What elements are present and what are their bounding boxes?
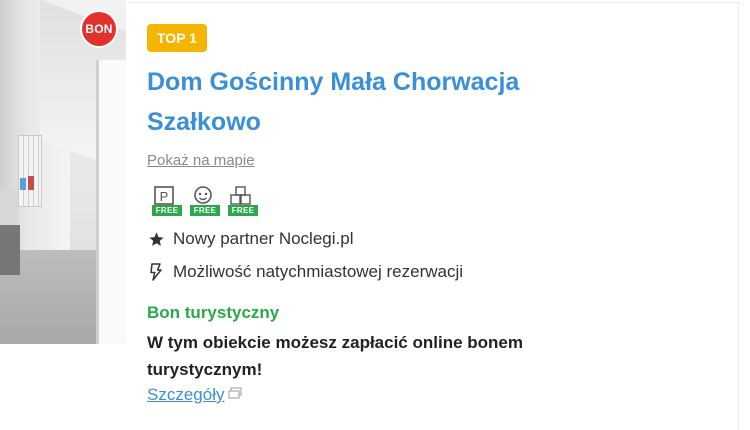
lightning-icon	[147, 263, 165, 281]
show-on-map-link[interactable]: Pokaż na mapie	[147, 152, 255, 169]
feature-text: Możliwość natychmiastowej rezerwacji	[173, 262, 464, 281]
feature-new-partner: Nowy partner Noclegi.pl	[147, 229, 353, 249]
card-right-border	[738, 2, 739, 430]
feature-instant-booking: Możliwość natychmiastowej rezerwacji	[147, 262, 463, 282]
free-tag: FREE	[190, 205, 220, 216]
bon-badge-label: BON	[82, 12, 116, 46]
star-icon	[147, 231, 165, 248]
bon-badge: BON	[80, 10, 118, 48]
top-rank-badge: TOP 1	[147, 24, 207, 52]
listing-card: BON TOP 1 Dom Gościnny Mała Chorwacja Sz…	[0, 0, 750, 430]
child-icon	[194, 186, 212, 204]
external-link-icon[interactable]	[228, 386, 243, 404]
card-top-border	[130, 2, 740, 3]
parking-icon: P	[154, 186, 174, 205]
free-tag: FREE	[228, 205, 258, 216]
bon-section-title: Bon turystyczny	[147, 303, 280, 322]
listing-title[interactable]: Dom Gościnny Mała Chorwacja Szałkowo	[147, 62, 607, 142]
bon-details: Szczegóły	[147, 385, 243, 405]
details-link[interactable]: Szczegóły	[147, 385, 224, 405]
free-tag: FREE	[152, 205, 182, 216]
svg-text:P: P	[160, 189, 169, 204]
feature-text: Nowy partner Noclegi.pl	[173, 229, 354, 248]
blocks-icon	[230, 186, 251, 205]
listing-photo[interactable]: BON	[0, 0, 126, 344]
amenity-parking: P FREE	[152, 186, 182, 216]
amenity-children: FREE	[190, 186, 220, 216]
amenity-playroom: FREE	[228, 186, 258, 216]
bon-section-description: W tym obiekcie możesz zapłacić online bo…	[147, 333, 523, 379]
amenities-list: P FREE FREE FREE	[152, 186, 258, 216]
